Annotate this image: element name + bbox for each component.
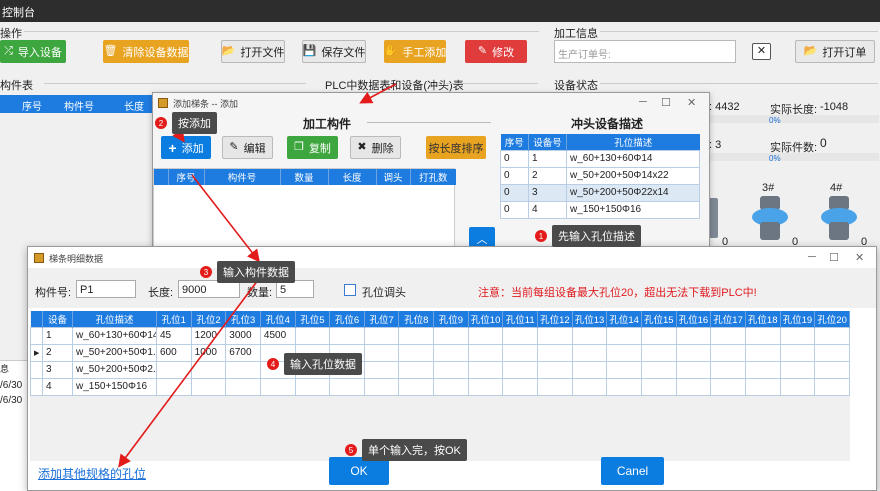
callout-number: 4 <box>267 358 279 370</box>
callout-number: 3 <box>200 266 212 278</box>
arrow-to-part-fields <box>118 279 259 468</box>
annotation-arrows <box>118 83 397 468</box>
arrow-to-punch-table <box>359 83 397 104</box>
callout-text: 输入孔位数据 <box>284 353 362 375</box>
callout-number: 2 <box>155 117 167 129</box>
callout-number: 5 <box>345 444 357 456</box>
callout-text: 按添加 <box>172 112 217 134</box>
callout-3: 3 输入构件数据 <box>200 261 295 283</box>
callout-text: 先输入孔位描述 <box>552 225 641 247</box>
arrow-to-part-fields <box>191 174 260 263</box>
callout-2: 2 按添加 <box>155 112 217 134</box>
callout-text: 单个输入完，按OK <box>362 439 467 461</box>
callout-1: 1 先输入孔位描述 <box>535 225 641 247</box>
callout-text: 输入构件数据 <box>217 261 295 283</box>
callout-5: 5 单个输入完，按OK <box>345 439 467 461</box>
callout-number: 1 <box>535 230 547 242</box>
callout-4: 4 输入孔位数据 <box>267 353 362 375</box>
